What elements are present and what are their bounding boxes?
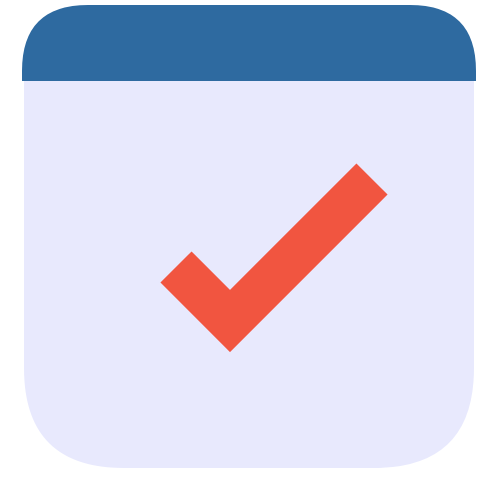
calendar-header-bar [22, 5, 476, 81]
calendar-check-icon [22, 5, 476, 468]
canvas [0, 0, 483, 478]
